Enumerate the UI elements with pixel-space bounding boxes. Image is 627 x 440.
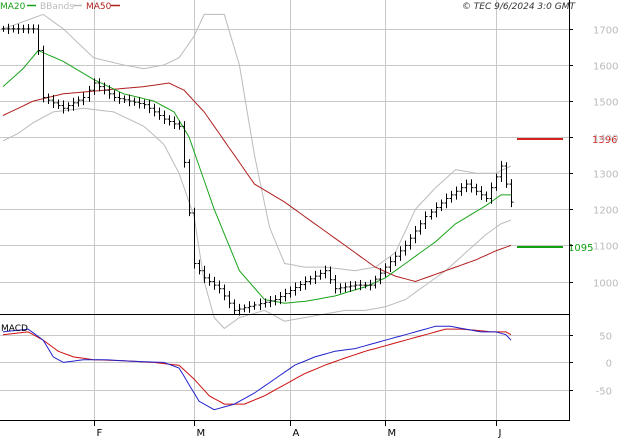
price-tick-label: 1200 [593, 206, 618, 217]
price-tick-label: 1300 [593, 170, 618, 181]
price-tick-label: 1600 [593, 62, 618, 73]
macd-tick-label: -50 [596, 387, 612, 398]
macd-tick-label: 0 [606, 359, 612, 370]
month-label: F [97, 428, 103, 439]
legend-ma20-label: MA20 [0, 2, 26, 12]
legend-ma50-label: MA50 [86, 2, 112, 12]
copyright-notice: © TEC 9/6/2024 3:0 GMT [462, 2, 577, 12]
price-tick-label: 1400 [593, 134, 618, 145]
legend-bbands-label: BBands [40, 2, 74, 12]
month-label: A [293, 428, 300, 439]
price-tick-label: 1100 [593, 242, 618, 253]
macd-tick-label: 50 [599, 332, 612, 343]
stock-chart: 13961095 1000110012001300140015001600170… [0, 0, 627, 440]
macd-panel-label: MACD [1, 324, 28, 334]
month-label: M [388, 428, 397, 439]
price-tick-label: 1700 [593, 26, 618, 37]
price-tick-label: 1000 [593, 279, 618, 290]
support-level-label: 1095 [568, 243, 593, 254]
month-label: M [197, 428, 206, 439]
legend: MA20 BBands MA50 [0, 2, 120, 12]
month-label: J [498, 428, 502, 439]
price-tick-label: 1500 [593, 98, 618, 109]
